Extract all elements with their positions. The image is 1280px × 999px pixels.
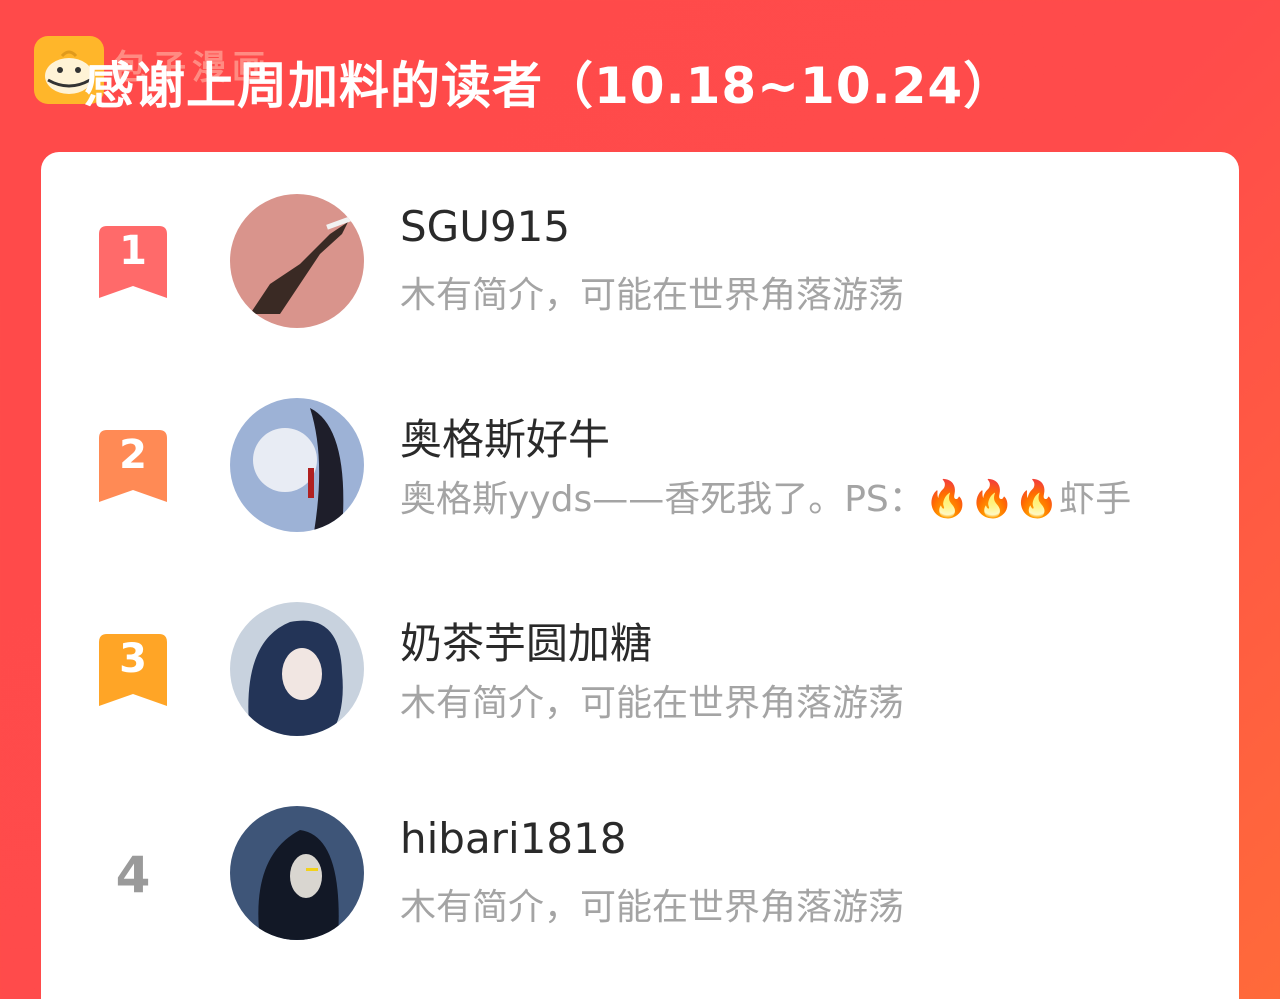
reader-bio: 木有简介，可能在世界角落游荡: [400, 683, 905, 724]
reader-name[interactable]: 奶茶芋圆加糖: [400, 610, 652, 671]
avatar[interactable]: [230, 398, 364, 532]
page-title: 感谢上周加料的读者（10.18~10.24）: [84, 57, 1015, 115]
rank-number: 2: [119, 432, 147, 478]
reader-bio: 木有简介，可能在世界角落游荡: [400, 887, 905, 928]
list-item[interactable]: 4 hibari1818 木有简介，可能在世界角落游荡: [41, 806, 1239, 946]
rank-number: 1: [119, 228, 147, 274]
avatar[interactable]: [230, 194, 364, 328]
reader-bio: 木有简介，可能在世界角落游荡: [400, 275, 905, 316]
reader-name[interactable]: SGU915: [400, 202, 570, 251]
reader-name[interactable]: hibari1818: [400, 814, 627, 863]
reader-bio: 奥格斯yyds——香死我了。PS：🔥🔥🔥虾手: [400, 479, 1132, 520]
rank-number: 4: [115, 846, 151, 904]
reader-list-card: 1 SGU915 木有简介，可能在世界角落游荡 2 奥格斯好牛 奥格斯yyds—…: [41, 152, 1239, 999]
list-item[interactable]: 3 奶茶芋圆加糖 木有简介，可能在世界角落游荡: [41, 602, 1239, 742]
list-item[interactable]: 2 奥格斯好牛 奥格斯yyds——香死我了。PS：🔥🔥🔥虾手: [41, 398, 1239, 538]
avatar[interactable]: [230, 602, 364, 736]
avatar[interactable]: [230, 806, 364, 940]
rank-number: 3: [119, 636, 147, 682]
page-header: 包子漫画 感谢上周加料的读者（10.18~10.24）: [0, 0, 1280, 150]
list-item[interactable]: 1 SGU915 木有简介，可能在世界角落游荡: [41, 194, 1239, 334]
reader-name[interactable]: 奥格斯好牛: [400, 406, 610, 467]
